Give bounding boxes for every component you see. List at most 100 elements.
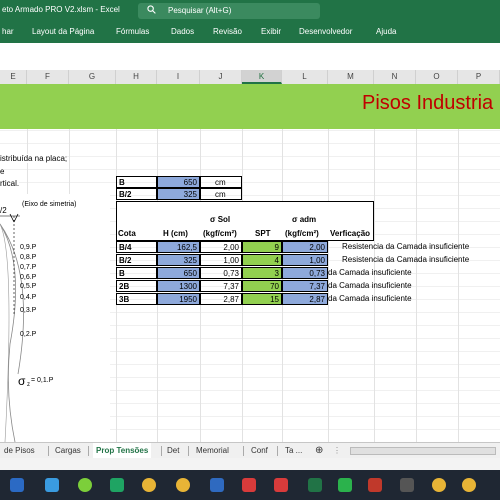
note-line: rtical.: [0, 179, 20, 188]
stress-level-label: 0,7.P: [20, 264, 37, 271]
row-spt[interactable]: 4: [242, 254, 282, 266]
row-sol[interactable]: 1,00: [200, 254, 242, 266]
worksheet-grid[interactable]: Pisos Industria istribuída na placa; e r…: [0, 84, 500, 442]
row-spt[interactable]: 3: [242, 267, 282, 279]
sigma-symbol: σ: [18, 374, 26, 388]
app-icon[interactable]: [400, 478, 414, 492]
search-box[interactable]: Pesquisar (Alt+G): [138, 3, 320, 19]
sheet-tab-det[interactable]: Det: [167, 443, 179, 459]
row-verificacao: Resistencia da Camada insuficiente: [342, 255, 470, 264]
row-spt[interactable]: 15: [242, 293, 282, 305]
column-header-g[interactable]: G: [69, 70, 116, 84]
column-header-e[interactable]: E: [0, 70, 27, 84]
row-verificacao: da Camada insuficiente: [328, 294, 412, 303]
browser-icon[interactable]: [462, 478, 476, 492]
row-h[interactable]: 325: [157, 254, 200, 266]
sigma-subscript: z: [27, 382, 30, 388]
windows-taskbar: [0, 470, 500, 500]
tab-revisao[interactable]: Revisão: [213, 27, 242, 36]
row-verificacao: da Camada insuficiente: [328, 268, 412, 277]
column-header-h[interactable]: H: [116, 70, 157, 84]
sheet-tab-cargas[interactable]: Cargas: [55, 443, 81, 459]
app-icon[interactable]: [338, 478, 352, 492]
column-header-l[interactable]: L: [282, 70, 328, 84]
start-icon[interactable]: [10, 478, 24, 492]
header-adm-1: σ adm: [292, 215, 317, 224]
row-h[interactable]: 1300: [157, 280, 200, 292]
browser-icon[interactable]: [432, 478, 446, 492]
row-sol[interactable]: 0,73: [200, 267, 242, 279]
row-spt[interactable]: 70: [242, 280, 282, 292]
row-spt[interactable]: 9: [242, 241, 282, 253]
row-adm[interactable]: 2,87: [282, 293, 328, 305]
row-cota[interactable]: B: [116, 267, 157, 279]
b-value[interactable]: 650: [157, 176, 200, 188]
column-header-p[interactable]: P: [458, 70, 500, 84]
tab-dados[interactable]: Dados: [171, 27, 194, 36]
row-cota[interactable]: 3B: [116, 293, 157, 305]
browser-icon[interactable]: [142, 478, 156, 492]
stress-level-label: 0,5.P: [20, 283, 37, 290]
stress-level-label: 0,8.P: [20, 254, 37, 261]
row-cota[interactable]: B/4: [116, 241, 157, 253]
app-icon[interactable]: [210, 478, 224, 492]
row-sol[interactable]: 2,00: [200, 241, 242, 253]
header-spt: SPT: [255, 229, 271, 238]
b-half-label: B/2: [116, 188, 157, 200]
column-header-k[interactable]: K: [242, 70, 282, 84]
b-unit: cm: [200, 176, 242, 188]
column-header-o[interactable]: O: [416, 70, 458, 84]
tab-desenvolvedor[interactable]: Desenvolvedor: [299, 27, 352, 36]
app-icon[interactable]: [45, 478, 59, 492]
excel-icon[interactable]: [308, 478, 322, 492]
app-icon[interactable]: [110, 478, 124, 492]
ribbon-body: [0, 43, 500, 71]
row-h[interactable]: 650: [157, 267, 200, 279]
stress-level-label: 0,4.P: [20, 294, 37, 301]
stress-level-label: 0,6.P: [20, 274, 37, 281]
symmetry-axis-label: (Eixo de simetria): [22, 201, 77, 208]
status-bar: [0, 458, 500, 470]
b-half-value[interactable]: 325: [157, 188, 200, 200]
tab-inserir[interactable]: har: [2, 27, 14, 36]
column-header-m[interactable]: M: [328, 70, 374, 84]
sheet-tab-bar: de Pisos Cargas Prop Tensões Det Memoria…: [0, 442, 500, 461]
app-icon[interactable]: [274, 478, 288, 492]
sheet-title: Pisos Industria: [362, 92, 494, 114]
row-h[interactable]: 162,5: [157, 241, 200, 253]
row-cota[interactable]: B/2: [116, 254, 157, 266]
app-icon[interactable]: [78, 478, 92, 492]
tab-layout-da-pagina[interactable]: Layout da Página: [32, 27, 94, 36]
header-verificacao: Verficação: [330, 229, 371, 238]
header-adm-2: (kgf/cm²): [285, 229, 319, 238]
sheet-tab-pisos[interactable]: de Pisos: [4, 443, 35, 459]
row-adm[interactable]: 7,37: [282, 280, 328, 292]
tab-exibir[interactable]: Exibir: [261, 27, 281, 36]
column-header-i[interactable]: I: [157, 70, 200, 84]
search-placeholder: Pesquisar (Alt+G): [168, 6, 232, 15]
row-sol[interactable]: 2,87: [200, 293, 242, 305]
window-title: eto Armado PRO V2.xlsm - Excel: [2, 5, 120, 14]
row-cota[interactable]: 2B: [116, 280, 157, 292]
app-icon[interactable]: [242, 478, 256, 492]
row-adm[interactable]: 1,00: [282, 254, 328, 266]
title-bar: eto Armado PRO V2.xlsm - Excel Pesquisar…: [0, 0, 500, 22]
row-sol[interactable]: 7,37: [200, 280, 242, 292]
sheet-tab-conf[interactable]: Conf: [251, 443, 268, 459]
sheet-tab-more[interactable]: Ta ...: [285, 443, 302, 459]
app-icon[interactable]: [368, 478, 382, 492]
column-header-j[interactable]: J: [200, 70, 242, 84]
row-h[interactable]: 1950: [157, 293, 200, 305]
add-sheet-icon[interactable]: ⊕: [315, 443, 323, 459]
browser-icon[interactable]: [176, 478, 190, 492]
header-sol-1: σ Sol: [210, 215, 231, 224]
horizontal-scrollbar[interactable]: [350, 447, 496, 455]
row-adm[interactable]: 2,00: [282, 241, 328, 253]
tab-ajuda[interactable]: Ajuda: [376, 27, 396, 36]
row-adm[interactable]: 0,73: [282, 267, 328, 279]
sheet-tab-memorial[interactable]: Memorial: [196, 443, 229, 459]
tab-formulas[interactable]: Fórmulas: [116, 27, 149, 36]
sheet-scroll-icon[interactable]: ⋮: [333, 443, 341, 459]
column-header-n[interactable]: N: [374, 70, 416, 84]
column-header-f[interactable]: F: [27, 70, 69, 84]
